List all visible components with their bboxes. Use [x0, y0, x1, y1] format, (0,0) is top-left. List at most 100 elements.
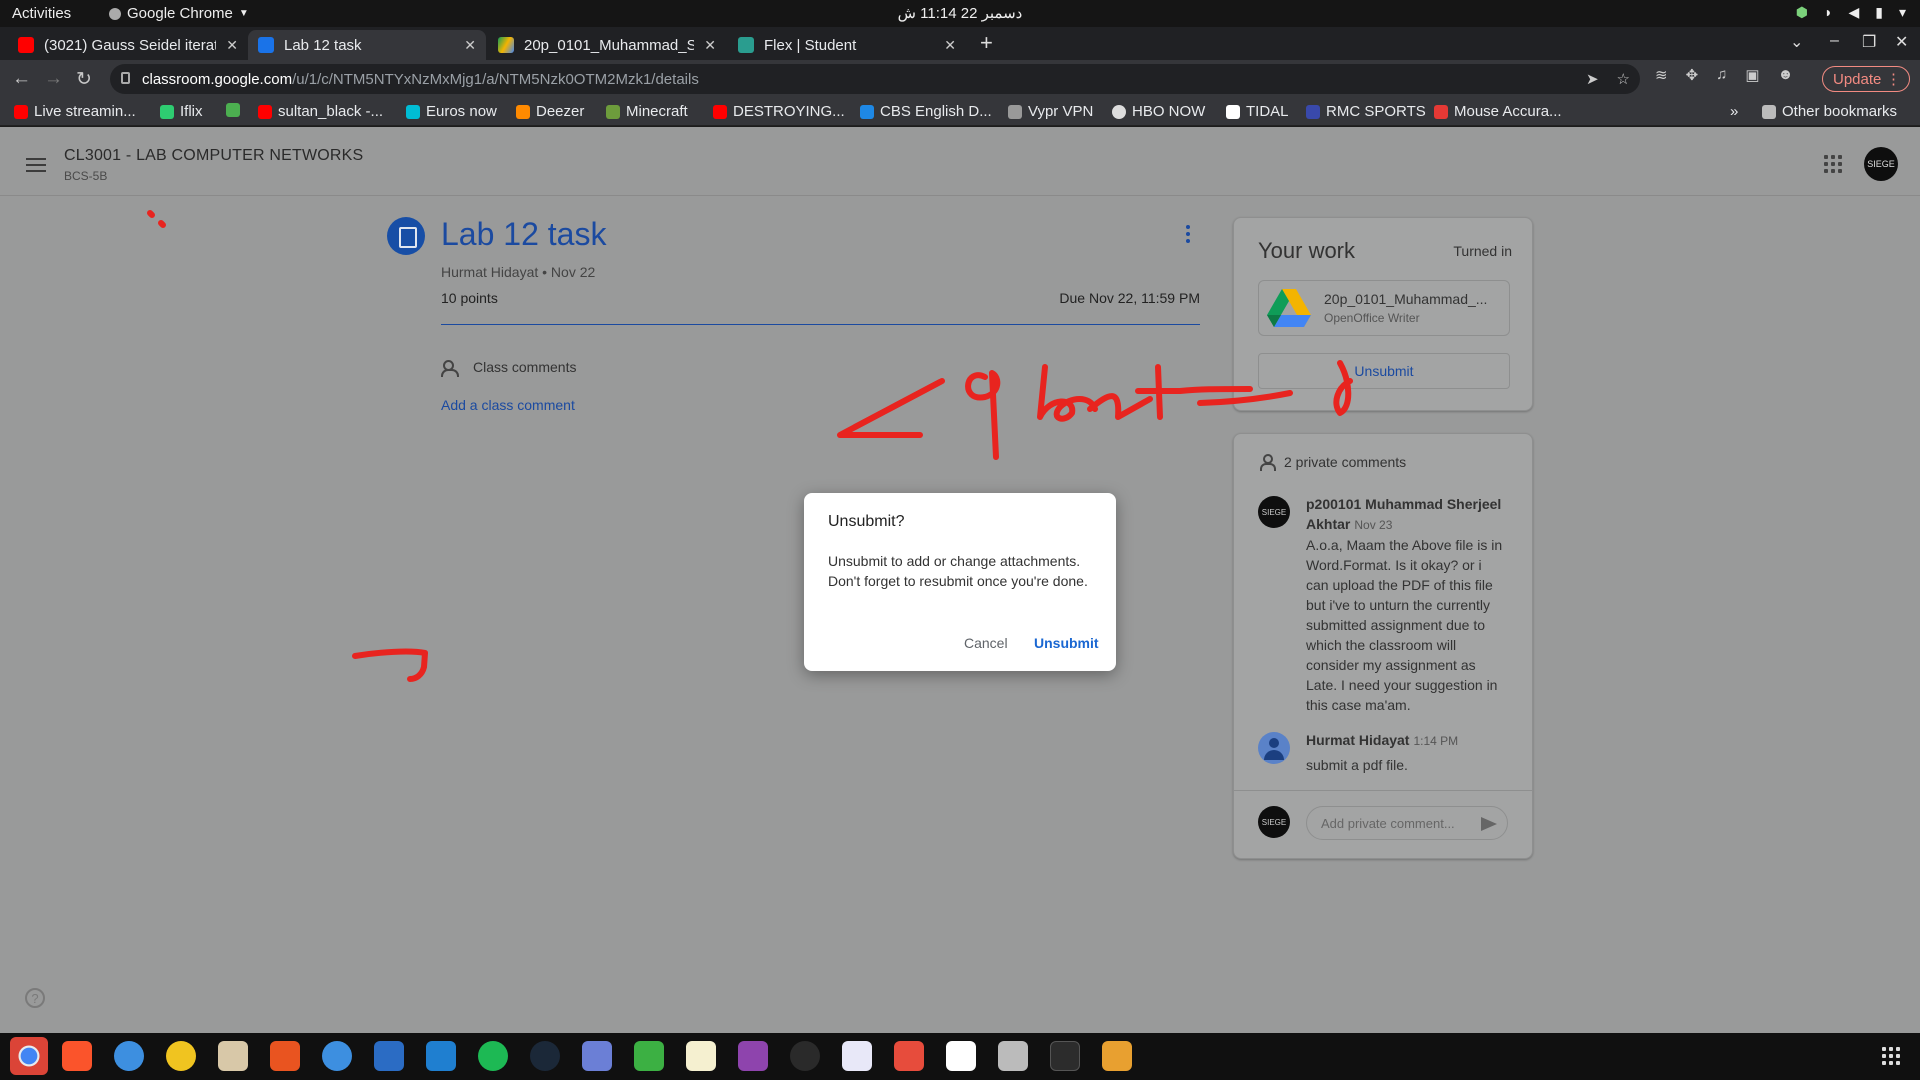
send-tab-icon[interactable]: ➤: [1586, 70, 1599, 88]
back-icon[interactable]: ←: [12, 68, 31, 90]
steam-icon[interactable]: [530, 1041, 560, 1071]
minimize-icon[interactable]: –: [1830, 32, 1839, 50]
close-icon[interactable]: ✕: [944, 37, 956, 54]
comment-author: p200101 Muhammad Sherjeel Akhtar: [1306, 496, 1502, 532]
other-bookmarks-label: Other bookmarks: [1782, 103, 1898, 120]
bookmark-item[interactable]: Mouse Accura...: [1434, 103, 1562, 120]
bookmark-item[interactable]: HBO NOW: [1112, 103, 1205, 120]
tab-title: Lab 12 task: [284, 36, 362, 54]
system-monitor-icon[interactable]: [634, 1041, 664, 1071]
writer-icon[interactable]: [374, 1041, 404, 1071]
youtube-icon: [258, 104, 272, 119]
spotify-icon[interactable]: [478, 1041, 508, 1071]
brave-icon[interactable]: [62, 1041, 92, 1071]
document-viewer-icon[interactable]: [894, 1041, 924, 1071]
bookmark-item[interactable]: CBS English D...: [860, 103, 992, 120]
google-drive-icon: [1267, 289, 1311, 327]
notion-icon[interactable]: [946, 1041, 976, 1071]
close-icon[interactable]: ✕: [704, 37, 716, 54]
dock: [0, 1033, 1920, 1080]
forward-icon[interactable]: →: [44, 68, 63, 90]
url-path: /u/1/c/NTM5NTYxNzMxMjg1/a/NTM5Nzk0OTM2Mz…: [292, 70, 699, 88]
bookmark-item[interactable]: Live streamin...: [14, 103, 136, 120]
impress-icon[interactable]: [1102, 1041, 1132, 1071]
cancel-button[interactable]: Cancel: [964, 635, 1008, 651]
menu-icon[interactable]: [26, 158, 46, 172]
course-section: BCS-5B: [64, 169, 108, 183]
bookmark-item[interactable]: Vypr VPN: [1008, 103, 1093, 120]
tab-drive[interactable]: 20p_0101_Muhammad_Sh ✕: [488, 30, 726, 60]
thunderbird-icon[interactable]: [114, 1041, 144, 1071]
avatar[interactable]: SIEGE: [1864, 147, 1898, 181]
volume-icon: ◀: [1848, 4, 1860, 20]
other-bookmarks[interactable]: Other bookmarks: [1762, 103, 1897, 120]
terminal-icon[interactable]: [1050, 1041, 1080, 1071]
system-tray[interactable]: ⬢ ◗ ◀ ▮ ▾: [1796, 4, 1906, 21]
bookmark-item[interactable]: Iflix: [160, 103, 203, 120]
bookmark-item[interactable]: RMC SPORTS: [1306, 103, 1426, 120]
files-icon[interactable]: [218, 1041, 248, 1071]
your-work-card: Your work Turned in 20p_0101_Muhammad_..…: [1233, 217, 1533, 411]
unsubmit-button[interactable]: Unsubmit: [1258, 353, 1510, 389]
chrome-icon[interactable]: [10, 1037, 48, 1075]
puzzle-icon[interactable]: ✥: [1686, 66, 1699, 84]
reload-icon[interactable]: ↻: [76, 68, 92, 91]
clock[interactable]: دسمبر 22 11:14 ش: [0, 4, 1920, 22]
more-options-icon[interactable]: [1186, 225, 1190, 243]
bookmark-item[interactable]: Minecraft: [606, 103, 688, 120]
tab-youtube[interactable]: (3021) Gauss Seidel iterati ✕: [8, 30, 248, 60]
media-icon[interactable]: ♫: [1716, 66, 1727, 84]
window-close-icon[interactable]: ✕: [1895, 32, 1908, 52]
extensions-bar: ≋ ✥ ♫ ▣ ☻: [1655, 66, 1793, 84]
help-icon[interactable]: ?: [25, 988, 45, 1008]
show-apps-icon[interactable]: [1882, 1047, 1900, 1065]
address-bar[interactable]: classroom.google.com/u/1/c/NTM5NTYxNzMxM…: [110, 64, 1640, 94]
bookmarks-overflow-icon[interactable]: »: [1730, 103, 1738, 120]
wifi-icon: ◗: [1824, 4, 1833, 20]
bookmark-item[interactable]: Deezer: [516, 103, 584, 120]
close-icon[interactable]: ✕: [464, 37, 476, 54]
your-work-title: Your work: [1258, 238, 1356, 263]
text-editor-icon[interactable]: [842, 1041, 872, 1071]
bookmark-item[interactable]: TIDAL: [1226, 103, 1289, 120]
bookmark-label: Iflix: [180, 103, 203, 120]
rhythmbox-icon[interactable]: [166, 1041, 196, 1071]
google-apps-icon[interactable]: [1824, 155, 1842, 173]
vypr-icon: [1008, 104, 1022, 119]
image-viewer-icon[interactable]: [998, 1041, 1028, 1071]
software-icon[interactable]: [270, 1041, 300, 1071]
profile-icon[interactable]: ☻: [1778, 66, 1794, 84]
person-icon: [1260, 454, 1276, 471]
bookmark-item[interactable]: sultan_black -...: [258, 103, 383, 120]
vscode-icon[interactable]: [426, 1041, 456, 1071]
maximize-icon[interactable]: ❐: [1862, 32, 1876, 52]
texmaker-icon[interactable]: [686, 1041, 716, 1071]
video-icon[interactable]: [738, 1041, 768, 1071]
avatar: [1258, 732, 1290, 764]
add-class-comment-link[interactable]: Add a class comment: [441, 397, 575, 413]
private-comments-card: 2 private comments SIEGE p200101 Muhamma…: [1233, 433, 1533, 859]
extension-icon[interactable]: ≋: [1655, 66, 1668, 84]
private-comment-input[interactable]: Add private comment...: [1306, 806, 1508, 840]
side-panel-icon[interactable]: ▣: [1745, 66, 1759, 84]
tab-search-icon[interactable]: ⌄: [1790, 32, 1803, 52]
confirm-unsubmit-button[interactable]: Unsubmit: [1034, 635, 1099, 651]
bookmark-label: TIDAL: [1246, 103, 1289, 120]
tab-flex[interactable]: Flex | Student ✕: [728, 30, 966, 60]
bookmark-item[interactable]: DESTROYING...: [713, 103, 845, 120]
help-icon[interactable]: [322, 1041, 352, 1071]
obs-icon[interactable]: [790, 1041, 820, 1071]
update-button[interactable]: Update ⋮: [1822, 66, 1910, 92]
close-icon[interactable]: ✕: [226, 37, 238, 54]
comment-text: submit a pdf file.: [1306, 757, 1408, 773]
new-tab-button[interactable]: +: [980, 30, 993, 56]
tab-classroom[interactable]: Lab 12 task ✕: [248, 30, 486, 60]
course-title[interactable]: CL3001 - LAB COMPUTER NETWORKS: [64, 147, 363, 165]
bookmark-star-icon[interactable]: ☆: [1617, 70, 1630, 88]
send-icon[interactable]: [1481, 817, 1497, 831]
screenshot-icon[interactable]: [582, 1041, 612, 1071]
attachment[interactable]: 20p_0101_Muhammad_... OpenOffice Writer: [1258, 280, 1510, 336]
bookmark-item[interactable]: [226, 103, 246, 117]
bookmark-item[interactable]: Euros now: [406, 103, 497, 120]
dialog-text: Unsubmit to add or change attachments. D…: [828, 553, 1088, 589]
